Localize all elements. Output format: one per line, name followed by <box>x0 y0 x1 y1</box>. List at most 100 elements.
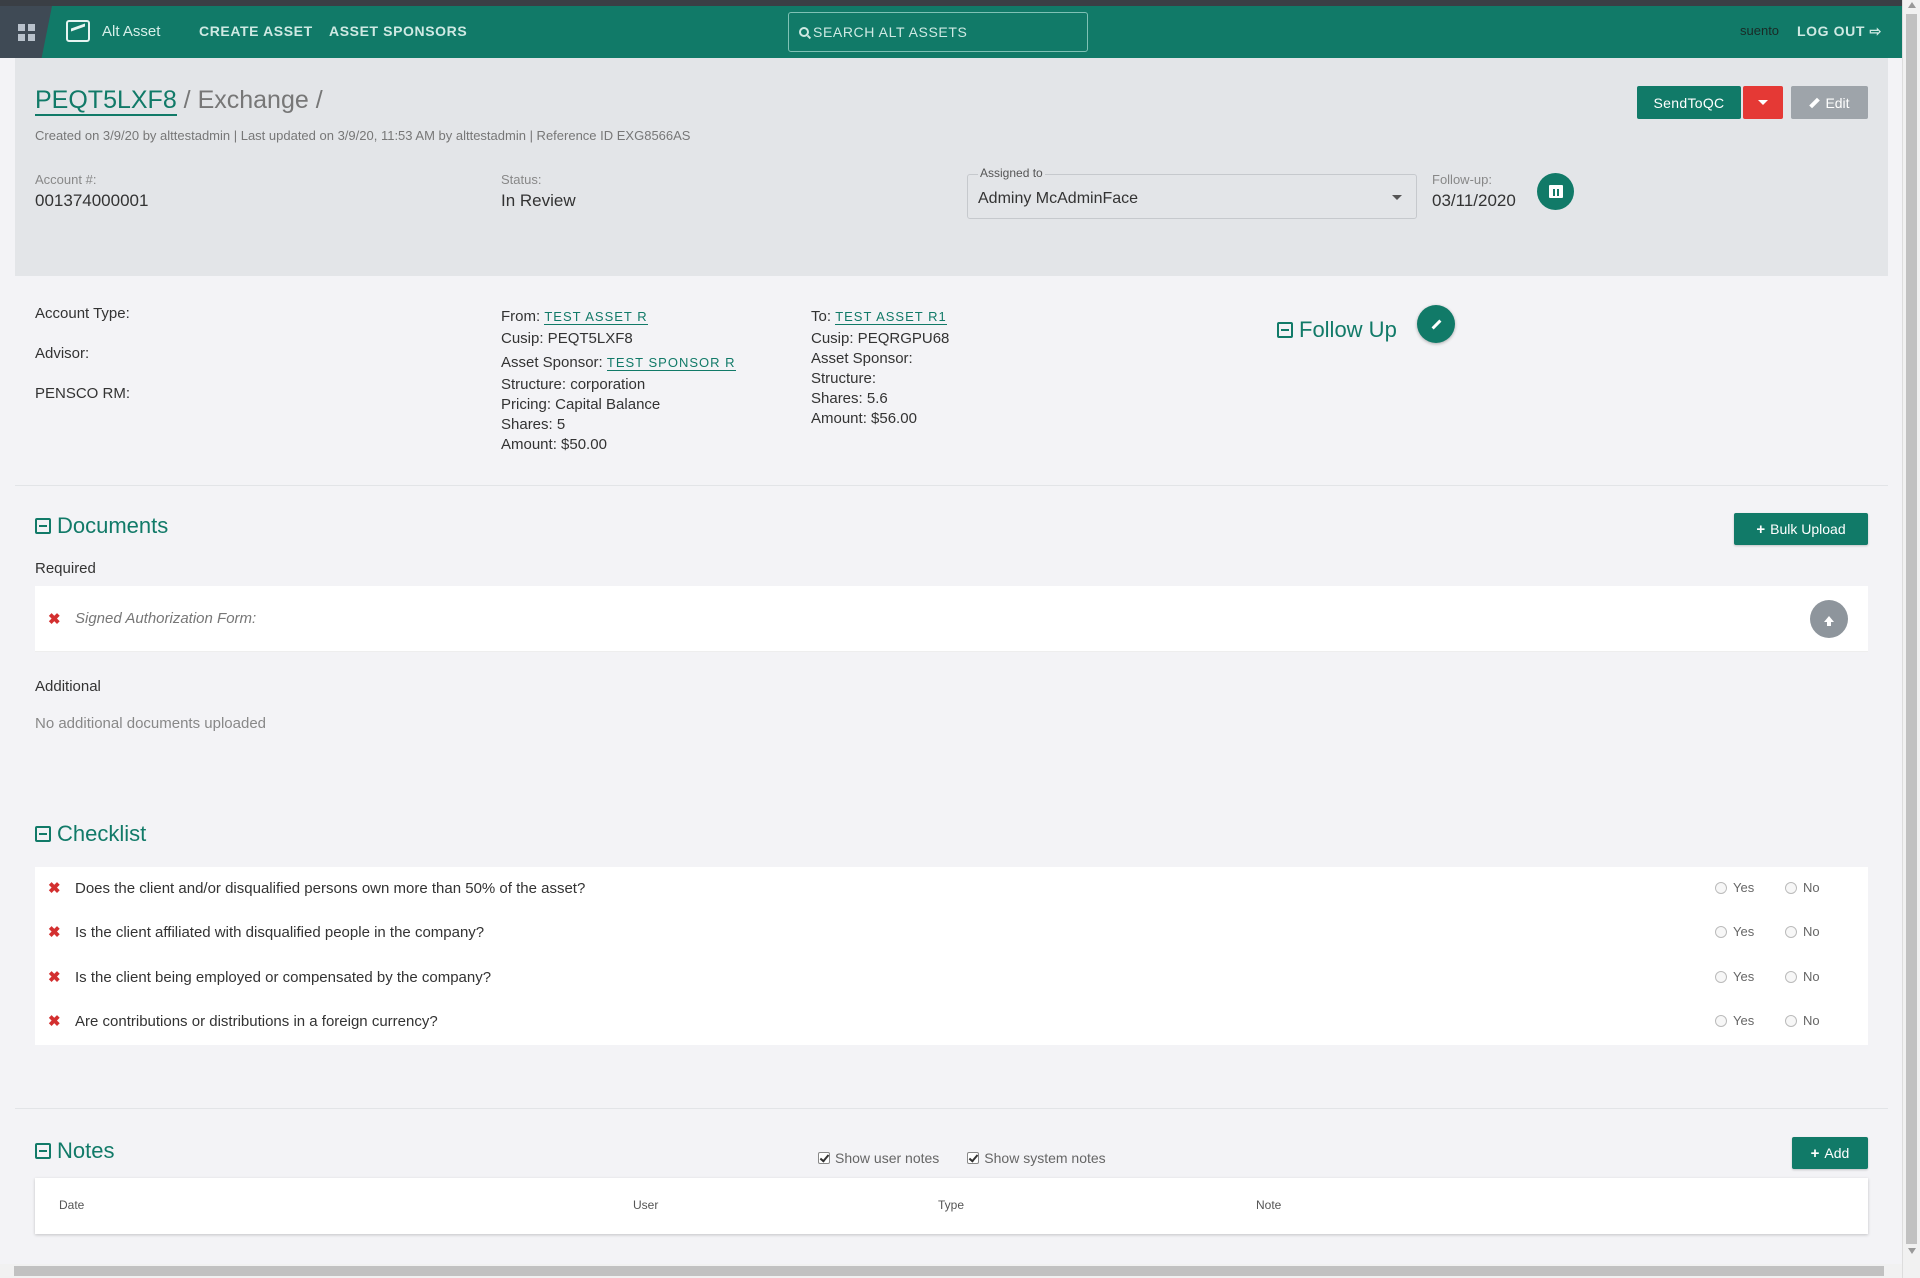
chevron-down-icon <box>1392 195 1402 200</box>
notes-filters: Show user notes Show system notes <box>818 1150 1106 1166</box>
column-header-note[interactable]: Note <box>1256 1198 1281 1212</box>
assigned-label: Assigned to <box>978 166 1045 180</box>
from-structure: Structure: corporation <box>501 376 646 393</box>
pensco-rm-label: PENSCO RM: <box>35 385 131 402</box>
yes-radio[interactable]: Yes <box>1715 1013 1754 1028</box>
scroll-down-icon[interactable] <box>1908 1248 1916 1254</box>
from-amount: Amount: $50.00 <box>501 436 607 453</box>
show-system-notes-checkbox[interactable]: Show system notes <box>967 1150 1106 1166</box>
search-placeholder: SEARCH ALT ASSETS <box>813 24 968 40</box>
logout-link[interactable]: LOG OUT ⇨ <box>1797 23 1882 40</box>
column-header-user[interactable]: User <box>633 1198 658 1212</box>
checklist-item: ✖ Does the client and/or disqualified pe… <box>35 867 1868 911</box>
to-shares: Shares: 5.6 <box>811 390 888 407</box>
calendar-button[interactable] <box>1537 173 1574 210</box>
vertical-scrollbar[interactable] <box>1902 0 1920 1278</box>
asset-id-link[interactable]: PEQT5LXF8 <box>35 86 177 116</box>
asset-header-panel: PEQT5LXF8 / Exchange / Created on 3/9/20… <box>15 58 1888 276</box>
to-structure: Structure: <box>811 370 877 387</box>
edit-button[interactable]: Edit <box>1791 86 1868 119</box>
yes-radio[interactable]: Yes <box>1715 924 1754 939</box>
from-pricing: Pricing: Capital Balance <box>501 396 661 413</box>
to-prefix: To: <box>811 308 832 325</box>
page-title: PEQT5LXF8 / Exchange / <box>35 86 323 116</box>
username: suento <box>1740 23 1780 38</box>
from-cusip: Cusip: PEQT5LXF8 <box>501 330 633 347</box>
upload-button[interactable] <box>1810 600 1848 638</box>
add-note-button[interactable]: + Add <box>1792 1137 1868 1169</box>
status-value: In Review <box>501 191 576 210</box>
from-asset-link[interactable]: TEST ASSET R <box>544 309 648 325</box>
to-asset-link[interactable]: TEST ASSET R1 <box>835 309 947 325</box>
incomplete-x-icon: ✖ <box>48 924 61 941</box>
checklist-question: Are contributions or distributions in a … <box>75 1013 438 1030</box>
collapse-icon <box>35 518 51 534</box>
assigned-value: Adminy McAdminFace <box>978 190 1139 207</box>
edit-follow-up-button[interactable] <box>1417 305 1455 343</box>
caret-down-icon <box>1758 100 1768 105</box>
checkbox-icon <box>967 1152 980 1164</box>
account-type-label: Account Type: <box>35 305 130 322</box>
from-shares: Shares: 5 <box>501 416 566 433</box>
checkbox-icon <box>818 1152 830 1164</box>
logo-icon <box>66 20 90 42</box>
scrollbar-thumb[interactable] <box>1906 14 1917 1244</box>
no-radio[interactable]: No <box>1785 969 1820 984</box>
advisor-label: Advisor: <box>35 345 90 362</box>
to-cusip: Cusip: PEQRGPU68 <box>811 330 950 347</box>
to-sponsor: Asset Sponsor: <box>811 350 913 367</box>
horizontal-scrollbar[interactable] <box>0 1264 1902 1278</box>
upload-icon <box>1824 616 1834 626</box>
brand-label: Alt Asset <box>102 22 161 40</box>
send-to-qc-button[interactable]: SendToQC <box>1637 86 1741 119</box>
additional-label: Additional <box>35 678 101 695</box>
scroll-up-icon[interactable] <box>1908 2 1916 8</box>
bulk-upload-button[interactable]: + Bulk Upload <box>1734 513 1868 545</box>
grid-icon <box>17 23 35 41</box>
assigned-to-select[interactable]: Assigned to Adminy McAdminFace <box>967 166 1417 219</box>
yes-radio[interactable]: Yes <box>1715 969 1754 984</box>
divider <box>15 485 1888 486</box>
status-label: Status: <box>501 172 542 187</box>
follow-up-section-title[interactable]: Follow Up <box>1277 317 1397 343</box>
brand-link[interactable]: Alt Asset <box>66 20 160 42</box>
account-value: 001374000001 <box>35 191 149 210</box>
checklist-item: ✖ Is the client being employed or compen… <box>35 956 1868 1000</box>
checklist-item: ✖ Are contributions or distributions in … <box>35 1000 1868 1044</box>
divider <box>15 1108 1888 1109</box>
account-label: Account #: <box>35 172 97 187</box>
notes-section-title[interactable]: Notes <box>35 1138 114 1164</box>
no-documents-text: No additional documents uploaded <box>35 715 266 732</box>
show-user-notes-checkbox[interactable]: Show user notes <box>818 1150 939 1166</box>
checklist-item: ✖ Is the client affiliated with disquali… <box>35 911 1868 955</box>
no-radio[interactable]: No <box>1785 880 1820 895</box>
column-header-type[interactable]: Type <box>938 1198 964 1212</box>
from-sponsor-link[interactable]: TEST SPONSOR R <box>606 355 736 371</box>
documents-section-title[interactable]: Documents <box>35 513 168 539</box>
asset-meta: Created on 3/9/20 by alttestadmin | Last… <box>35 128 691 143</box>
nav-create-asset[interactable]: CREATE ASSET <box>199 23 313 39</box>
scrollbar-thumb[interactable] <box>14 1266 1884 1276</box>
from-sponsor-prefix: Asset Sponsor: <box>501 354 603 371</box>
collapse-icon <box>1277 322 1293 338</box>
actions-dropdown-button[interactable] <box>1743 86 1783 119</box>
column-header-date[interactable]: Date <box>59 1198 84 1212</box>
search-input[interactable]: SEARCH ALT ASSETS <box>788 12 1088 52</box>
search-icon <box>799 27 809 37</box>
required-label: Required <box>35 560 96 577</box>
no-radio[interactable]: No <box>1785 1013 1820 1028</box>
checklist-question: Is the client affiliated with disqualifi… <box>75 924 485 941</box>
collapse-icon <box>35 1143 51 1159</box>
checklist-table: ✖ Does the client and/or disqualified pe… <box>35 867 1868 1045</box>
document-name: Signed Authorization Form: <box>75 610 257 627</box>
top-navbar: Alt Asset CREATE ASSET ASSET SPONSORS SE… <box>0 6 1902 58</box>
no-radio[interactable]: No <box>1785 924 1820 939</box>
missing-x-icon: ✖ <box>48 611 61 628</box>
plus-icon: + <box>1810 1144 1820 1162</box>
yes-radio[interactable]: Yes <box>1715 880 1754 895</box>
followup-label: Follow-up: <box>1432 172 1492 187</box>
nav-asset-sponsors[interactable]: ASSET SPONSORS <box>329 23 467 39</box>
apps-menu-button[interactable] <box>0 6 52 58</box>
checklist-section-title[interactable]: Checklist <box>35 821 146 847</box>
incomplete-x-icon: ✖ <box>48 969 61 986</box>
